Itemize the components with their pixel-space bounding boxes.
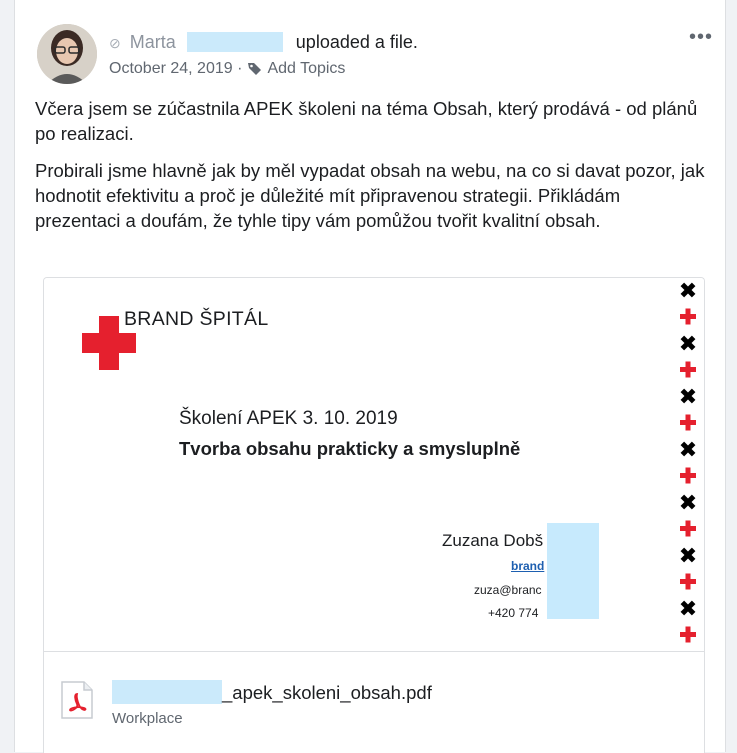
slide-contact-name: Zuzana Dobš [442,531,544,550]
redaction-block [547,523,599,619]
post-paragraph: Probirali jsme hlavně jak by měl vypadat… [35,160,705,231]
post-body: Včera jsem se zúčastnila APEK školeni na… [35,96,705,245]
pattern-x-icon [680,282,696,298]
file-name[interactable]: _apek_skoleni_obsah.pdf [112,680,432,704]
post-action-text: uploaded a file. [295,32,418,52]
pattern-cross-icon [680,308,696,325]
post-card: ⊘ Marta uploaded a file. October 24, 201… [14,0,726,753]
pattern-x-icon [680,600,696,616]
slide-contact-phone: +420 774 [488,606,539,620]
slide-contact-link: brand [511,559,545,573]
pattern-cross-icon [680,520,696,537]
slide-contact-email: zuza@branc [474,583,542,597]
pattern-x-icon [680,335,696,351]
file-source: Workplace [112,710,183,727]
file-attachment[interactable]: BRAND ŠPITÁL Školení APEK 3. 10. 2019 Tv… [43,277,705,753]
pattern-icon [680,282,696,643]
slide-date-line: Školení APEK 3. 10. 2019 [179,408,398,429]
pattern-cross-icon [680,467,696,484]
redaction-block [112,680,222,704]
pattern-cross-icon [680,573,696,590]
meta-separator: · [237,60,243,77]
post-paragraph: Včera jsem se zúčastnila APEK školeni na… [35,98,698,144]
pattern-x-icon [680,547,696,563]
file-preview[interactable]: BRAND ŠPITÁL Školení APEK 3. 10. 2019 Tv… [44,278,704,652]
author-name[interactable]: Marta [130,32,176,52]
pattern-cross-icon [680,414,696,431]
tag-icon [247,61,262,81]
avatar[interactable] [37,24,97,84]
pattern-x-icon [680,494,696,510]
file-name-text: _apek_skoleni_obsah.pdf [222,682,432,703]
add-topics-link[interactable]: Add Topics [267,60,345,77]
pdf-icon [61,681,93,719]
post-date[interactable]: October 24, 2019 [109,60,233,77]
post-header: ⊘ Marta uploaded a file. [109,32,418,53]
post-meta: October 24, 2019 · Add Topics [109,60,345,81]
pattern-cross-icon [680,361,696,378]
status-icon: ⊘ [109,35,121,51]
file-info[interactable]: _apek_skoleni_obsah.pdf Workplace [44,652,704,753]
slide-title: Tvorba obsahu prakticky a smysluplně [179,438,521,459]
more-options-button[interactable]: ••• [689,26,713,49]
pattern-cross-icon [680,626,696,643]
pattern-x-icon [680,441,696,457]
slide-brand-name: BRAND ŠPITÁL [124,308,269,330]
pattern-x-icon [680,388,696,404]
redaction-block [186,32,283,52]
